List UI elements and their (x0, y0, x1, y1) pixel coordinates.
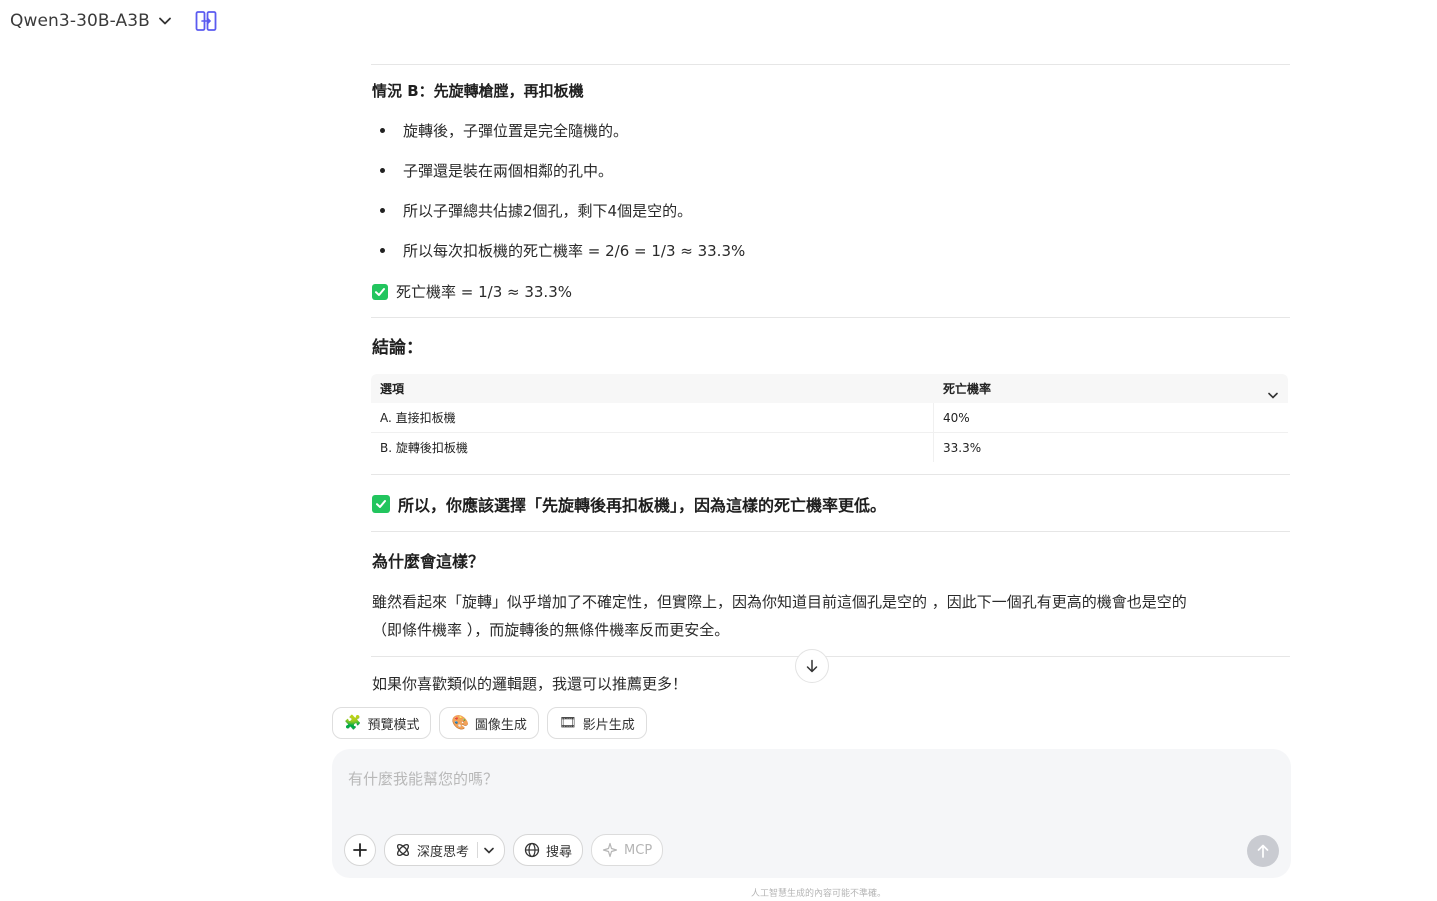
why-paragraph-line: 雖然看起來「旋轉」似乎增加了不確定性，但實際上，因為你知道目前這個孔是空的 ，因… (372, 593, 1187, 611)
message-input[interactable]: 有什麼我能幫您的嗎？ (348, 768, 498, 789)
bullet-dot (380, 168, 385, 173)
arrow-down-icon (806, 659, 818, 673)
final-answer-text: 所以，你應該選擇「先旋轉後再扣板機」，因為這樣的死亡機率更低。 (398, 496, 887, 515)
chevron-down-icon[interactable] (158, 14, 172, 28)
why-paragraph-line: （即條件機率 ），而旋轉後的無條件機率反而更安全。 (372, 621, 730, 639)
list-item: 所以子彈總共佔據2個孔，剩下4個是空的。 (380, 200, 692, 221)
why-heading: 為什麼會這樣？ (372, 552, 485, 571)
deep-think-label: 深度思考 (417, 844, 470, 860)
bullet-dot (380, 128, 385, 133)
mcp-toggle[interactable]: MCP (591, 834, 664, 866)
puzzle-icon: 🧩 (344, 715, 362, 731)
bullet-text: 子彈還是裝在兩個相鄰的孔中。 (403, 162, 614, 180)
chip-label: 預覽模式 (367, 717, 420, 733)
final-answer: 所以，你應該選擇「先旋轉後再扣板機」，因為這樣的死亡機率更低。 (372, 492, 886, 516)
bullet-dot (380, 248, 385, 253)
disclaimer-text: 人工智慧生成的內容可能不準確。 (750, 889, 886, 899)
sparkle-icon (602, 842, 618, 858)
model-name[interactable]: Qwen3-30B-A3B (10, 11, 150, 31)
table-header-probability: 死亡機率 (933, 374, 1288, 403)
table-cell: B. 旋轉後扣板機 (380, 441, 468, 455)
table-row: A. 直接扣板機 40% (371, 403, 1288, 433)
closing-text: 如果你喜歡類似的邏輯題，我還可以推薦更多！ (372, 675, 688, 693)
bullet-dot (380, 208, 385, 213)
message-composer[interactable]: 有什麼我能幫您的嗎？ 深度思考 搜尋 MCP (332, 749, 1291, 878)
chip-preview-mode[interactable]: 🧩 預覽模式 (332, 707, 432, 739)
case-b-result: 死亡機率 = 1/3 ≈ 33.3% (372, 281, 572, 302)
send-button[interactable] (1247, 835, 1279, 867)
table-header-option: 選項 (380, 382, 405, 396)
arrow-up-icon (1257, 844, 1269, 858)
deep-think-toggle[interactable]: 深度思考 (384, 834, 506, 866)
separator (477, 842, 479, 858)
divider (371, 317, 1290, 318)
compare-mode-icon[interactable] (193, 8, 219, 34)
film-icon: 🎞 (558, 715, 577, 731)
list-item: 旋轉後，子彈位置是完全隨機的。 (380, 120, 628, 141)
suggestion-chips: 🧩 預覽模式 🎨 圖像生成 🎞 影片生成 (332, 707, 647, 739)
palette-icon: 🎨 (451, 715, 469, 731)
why-paragraph: 雖然看起來「旋轉」似乎增加了不確定性，但實際上，因為你知道目前這個孔是空的 ，因… (372, 588, 1277, 644)
plus-icon (353, 843, 367, 857)
attach-button[interactable] (344, 834, 376, 866)
chip-label: 影片生成 (582, 717, 635, 733)
globe-icon (524, 842, 540, 858)
table-cell: 33.3% (933, 433, 1288, 462)
divider (371, 531, 1290, 532)
mcp-label: MCP (624, 842, 653, 858)
conclusion-table: 選項 死亡機率 A. 直接扣板機 40% B. 旋轉後扣板機 33.3% (371, 374, 1288, 462)
model-selector[interactable]: Qwen3-30B-A3B (10, 8, 172, 34)
conclusion-heading: 結論： (372, 338, 423, 358)
table-expand-chevron-icon[interactable] (1268, 388, 1278, 402)
check-mark-icon (372, 495, 390, 513)
divider (371, 64, 1290, 65)
table-header-row: 選項 死亡機率 (371, 374, 1288, 403)
result-text: 死亡機率 = 1/3 ≈ 33.3% (396, 283, 573, 301)
chevron-down-icon[interactable] (484, 843, 494, 858)
deep-think-icon (395, 842, 411, 858)
search-label: 搜尋 (546, 844, 573, 860)
chip-label: 圖像生成 (474, 717, 527, 733)
list-item: 子彈還是裝在兩個相鄰的孔中。 (380, 160, 613, 181)
table-cell: 40% (933, 403, 1288, 432)
table-cell: A. 直接扣板機 (380, 411, 456, 425)
scroll-to-bottom-button[interactable] (795, 649, 829, 683)
composer-tools: 深度思考 搜尋 MCP (344, 834, 664, 866)
divider (371, 474, 1290, 475)
disclaimer: 人工智慧生成的內容可能不準確。 (0, 886, 1437, 899)
search-toggle[interactable]: 搜尋 (513, 834, 584, 866)
bullet-text: 所以子彈總共佔據2個孔，剩下4個是空的。 (403, 202, 693, 220)
list-item: 所以每次扣板機的死亡機率 = 2/6 = 1/3 ≈ 33.3% (380, 240, 745, 261)
divider (371, 656, 1290, 657)
bullet-text: 所以每次扣板機的死亡機率 = 2/6 = 1/3 ≈ 33.3% (403, 242, 746, 260)
chip-video-generation[interactable]: 🎞 影片生成 (546, 707, 647, 739)
bullet-text: 旋轉後，子彈位置是完全隨機的。 (403, 122, 629, 140)
table-row: B. 旋轉後扣板機 33.3% (371, 433, 1288, 462)
check-mark-icon (372, 283, 388, 300)
case-b-heading: 情況 B：先旋轉槍膛，再扣板機 (372, 82, 584, 100)
chip-image-generation[interactable]: 🎨 圖像生成 (439, 707, 539, 739)
